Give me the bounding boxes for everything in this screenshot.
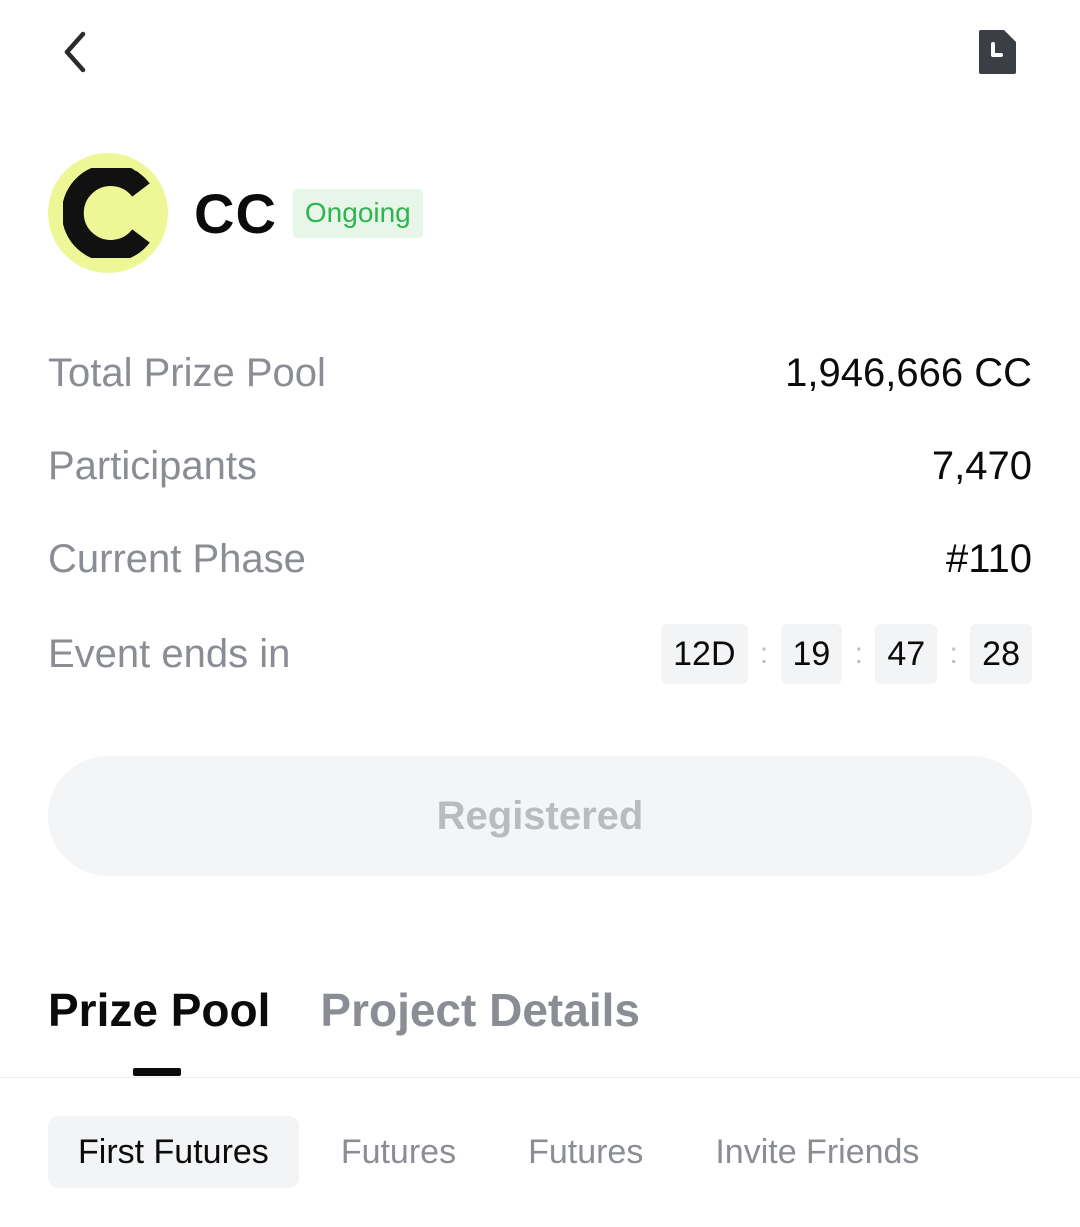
prize-pool-value: 1,946,666 CC	[785, 350, 1032, 395]
countdown-days: 12D	[661, 624, 748, 684]
tab-prize-pool[interactable]: Prize Pool	[48, 983, 270, 1037]
chevron-left-icon	[64, 31, 86, 73]
subtab-invite-friends[interactable]: Invite Friends	[685, 1116, 949, 1188]
page: CC Ongoing Total Prize Pool 1,946,666 CC…	[0, 0, 1080, 1227]
tab-project-details[interactable]: Project Details	[320, 983, 640, 1037]
participants-value: 7,470	[931, 443, 1032, 488]
countdown-separator: :	[949, 637, 958, 670]
prize-pool-row: Total Prize Pool 1,946,666 CC	[48, 343, 1032, 403]
project-name: CC	[194, 181, 277, 245]
countdown-separator: :	[854, 637, 864, 670]
history-button[interactable]	[972, 26, 1020, 78]
status-badge: Ongoing	[292, 188, 423, 238]
divider	[0, 1077, 1080, 1078]
countdown-hours: 19	[780, 624, 843, 684]
phase-row: Current Phase #110	[48, 529, 1032, 589]
subtab-first-futures[interactable]: First Futures	[48, 1116, 299, 1188]
participants-label: Participants	[48, 443, 257, 488]
event-ends-label: Event ends in	[48, 631, 291, 676]
main-tabs: Prize Pool Project Details	[48, 980, 640, 1040]
sub-tabs: First Futures Futures Futures Invite Fri…	[48, 1116, 949, 1188]
subtab-futures-2[interactable]: Futures	[498, 1116, 673, 1188]
prize-pool-label: Total Prize Pool	[48, 350, 326, 395]
event-ends-row: Event ends in 12D : 19 : 47 : 28	[48, 624, 1032, 684]
countdown-seconds: 28	[970, 624, 1032, 684]
countdown-minutes: 47	[875, 624, 938, 684]
participants-row: Participants 7,470	[48, 436, 1032, 496]
active-tab-indicator	[133, 1068, 181, 1076]
project-header: CC Ongoing	[48, 153, 423, 273]
subtab-futures[interactable]: Futures	[311, 1116, 486, 1188]
countdown-separator: :	[759, 637, 769, 670]
phase-label: Current Phase	[48, 536, 306, 581]
phase-value: #110	[945, 536, 1032, 581]
registered-button[interactable]: Registered	[48, 756, 1032, 876]
countdown: 12D : 19 : 47 : 28	[661, 624, 1032, 684]
back-button[interactable]	[50, 24, 98, 80]
document-clock-icon	[979, 30, 1016, 74]
cc-logo	[48, 153, 168, 273]
